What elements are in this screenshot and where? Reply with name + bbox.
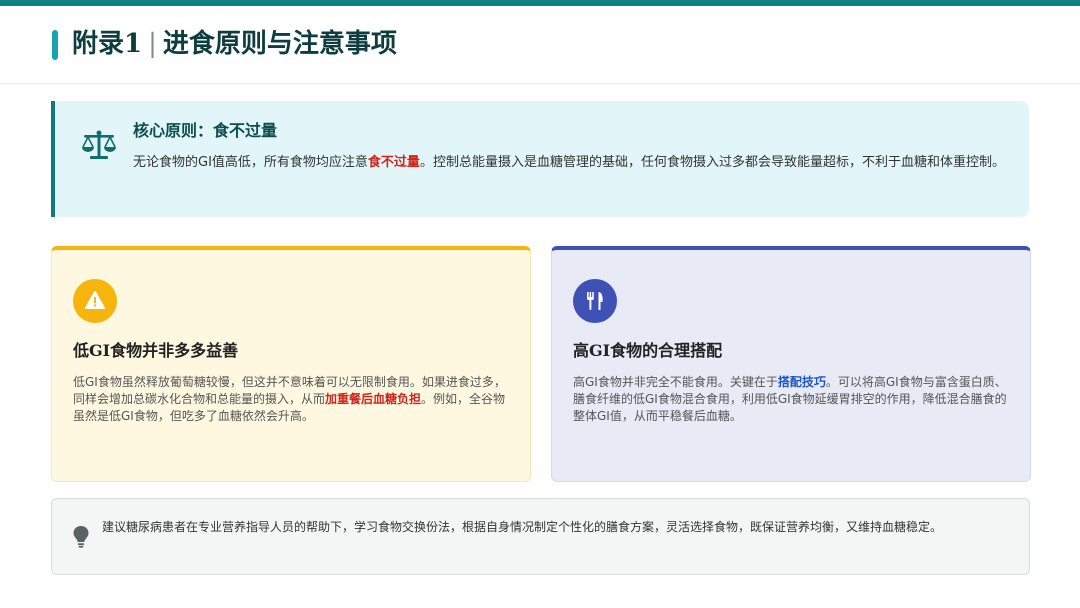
advice-tip-box: 建议糖尿病患者在专业营养指导人员的帮助下，学习食物交换份法，根据自身情况制定个性… [51, 498, 1030, 575]
principle-text: 无论食物的GI值高低，所有食物均应注意食不过量。控制总能量摄入是血糖管理的基础，… [133, 153, 1017, 173]
page-title: 附录1 | 进食原则与注意事项 [72, 22, 397, 66]
advice-tip-text: 建议糖尿病患者在专业营养指导人员的帮助下，学习食物交换份法，根据自身情况制定个性… [102, 520, 943, 534]
warning-icon [85, 291, 105, 309]
high-gi-card: 高GI食物的合理搭配 高GI食物并非完全不能食用。关键在于搭配技巧。可以将高GI… [551, 246, 1031, 482]
warning-icon-badge [73, 279, 117, 323]
principle-title: 核心原则：食不过量 [133, 121, 278, 140]
title-main: 进食原则与注意事项 [162, 29, 397, 59]
low-gi-card: 低GI食物并非多多益善 低GI食物虽然释放葡萄糖较慢，但这并不意味着可以无限制食… [51, 246, 531, 482]
utensils-icon-badge [573, 279, 617, 323]
low-gi-card-title: 低GI食物并非多多益善 [73, 341, 239, 360]
high-gi-card-title: 高GI食物的合理搭配 [573, 341, 723, 360]
lightbulb-icon [73, 526, 89, 548]
principle-highlight: 食不过量 [367, 155, 420, 170]
principle-text-part: 。控制总能量摄入是血糖管理的基础，任何食物摄入过多都会导致能量超标，不利于血糖和… [419, 155, 1005, 170]
title-accent-mark [52, 30, 58, 60]
core-principle-box: 核心原则：食不过量 无论食物的GI值高低，所有食物均应注意食不过量。控制总能量摄… [51, 101, 1029, 217]
high-gi-card-text: 高GI食物并非完全不能食用。关键在于搭配技巧。可以将高GI食物与富含蛋白质、膳食… [573, 374, 1013, 425]
low-gi-card-text: 低GI食物虽然释放葡萄糖较慢，但这并不意味着可以无限制食用。如果进食过多，同样会… [73, 374, 513, 425]
high-gi-highlight: 搭配技巧 [777, 375, 826, 389]
balance-scale-icon [82, 130, 116, 159]
title-prefix: 附录1 [72, 29, 143, 59]
utensils-icon [587, 292, 603, 310]
high-gi-text-part: 高GI食物并非完全不能食用。关键在于 [573, 375, 778, 389]
title-separator: | [148, 29, 157, 59]
principle-text-part: 无论食物的GI值高低，所有食物均应注意 [133, 155, 368, 170]
low-gi-highlight: 加重餐后血糖负担 [325, 392, 422, 406]
page-header: 附录1 | 进食原则与注意事项 [0, 6, 1080, 84]
